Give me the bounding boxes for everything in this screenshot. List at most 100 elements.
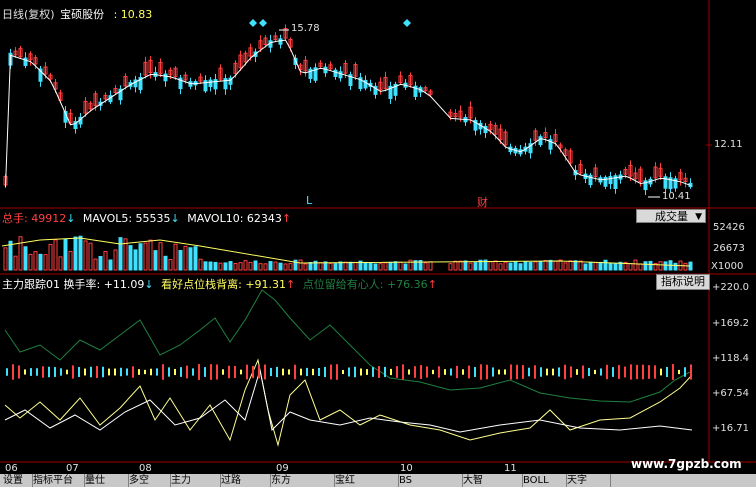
event-marker-cai[interactable]: 财 (477, 194, 488, 210)
indicator-bar (294, 364, 296, 380)
volume-bar (263, 263, 268, 271)
tab-9[interactable]: 大智 (460, 474, 523, 487)
volume-bar (243, 260, 248, 271)
indicator-line-white (4, 369, 693, 433)
volume-bar (248, 261, 253, 271)
indicator-bar (246, 364, 248, 380)
indicator-bar (384, 366, 386, 378)
volume-bar (473, 262, 478, 271)
volume-bar (43, 254, 48, 271)
indicator-bar (288, 369, 290, 375)
volume-bar (628, 263, 633, 271)
dropdown-label: 成交量 (655, 210, 688, 223)
volume-bar (463, 260, 468, 271)
volume-bar (288, 263, 293, 271)
tab-8[interactable]: BS (396, 474, 463, 487)
tab-indicator-platform[interactable]: 指标平台 (30, 474, 85, 487)
tab-6[interactable]: 东方 (268, 474, 335, 487)
indicator-bar (588, 367, 590, 377)
volume-bar (128, 245, 133, 271)
indicator-bar (174, 368, 176, 376)
volume-bar (398, 261, 403, 271)
indicator-bar (552, 368, 554, 376)
candle-body (333, 69, 338, 77)
indicator-bar (546, 368, 548, 376)
price-value: : 10.83 (113, 8, 153, 21)
indicator-bar (462, 369, 464, 375)
volume-bar (303, 263, 308, 271)
volume-bar (158, 242, 163, 271)
volume-bar (658, 261, 663, 271)
volume-bar (683, 262, 688, 271)
event-diamond-2 (259, 19, 267, 27)
volume-bar (8, 240, 13, 271)
volume-bar (608, 262, 613, 271)
indicator-tick-1: +220.0 (712, 282, 750, 293)
watermark: www.7gpzb.com (631, 457, 742, 471)
indicator-select-dropdown[interactable]: 成交量 ▼ (636, 209, 706, 223)
indicator-bar (342, 369, 344, 375)
indicator-bar (456, 365, 458, 379)
tab-settings[interactable]: 设置 (0, 474, 33, 487)
indicator-bar (324, 366, 326, 378)
indicator-tick-2: +169.2 (712, 318, 750, 329)
volume-bar (613, 263, 618, 271)
volume-bar (23, 246, 28, 271)
volume-bar (18, 236, 23, 271)
indicator-bar (312, 368, 314, 376)
indicator-bar (252, 365, 254, 379)
indicator-bar (678, 369, 680, 375)
candle-body (278, 38, 283, 45)
volume-bar (423, 262, 428, 271)
volume-bar (543, 260, 548, 271)
volume-bar (553, 260, 558, 271)
tab-7[interactable]: 宝红 (332, 474, 399, 487)
x-axis-label: 07 (66, 463, 79, 474)
indicator-bar (372, 367, 374, 377)
price-candles (3, 24, 693, 196)
volume-bar (253, 260, 258, 271)
indicator-bar (396, 366, 398, 378)
moving-average-line (5, 39, 691, 188)
tab-3[interactable]: 多空 (126, 474, 171, 487)
volume-bar (88, 242, 93, 271)
volume-bar (598, 261, 603, 271)
indicator-bar (690, 364, 692, 380)
indicator-bar (210, 364, 212, 380)
x-axis-label: 06 (5, 463, 18, 474)
volume-bar (673, 262, 678, 271)
indicator-bar (258, 365, 260, 379)
volume-bar (498, 263, 503, 271)
tab-2[interactable]: 量仕 (82, 474, 129, 487)
volume-bar (548, 259, 553, 271)
volume-bar (233, 262, 238, 271)
indicator-help-button[interactable]: 指标说明 (656, 274, 710, 290)
indicator-bar (24, 369, 26, 375)
indicator-line-green (4, 289, 691, 403)
tab-10[interactable]: BOLL (520, 474, 567, 487)
indicator-bar (540, 367, 542, 377)
volume-bar (203, 261, 208, 271)
tab-11[interactable]: 天字 (564, 474, 611, 487)
tab-5[interactable]: 过路 (218, 474, 271, 487)
indicator-bar (504, 369, 506, 375)
volume-bar (343, 261, 348, 271)
volume-bar (103, 250, 108, 271)
candle-body (213, 79, 218, 90)
volume-bar (78, 235, 83, 271)
volume-bar (348, 261, 353, 271)
chart-canvas[interactable] (0, 0, 756, 487)
volume-bar (393, 261, 398, 271)
stock-name: 宝硕股份 (60, 8, 105, 21)
volume-bar (33, 251, 38, 271)
up-arrow-icon: ↑ (286, 278, 296, 291)
volume-bar (118, 237, 123, 271)
volume-bar (3, 247, 8, 271)
tab-4[interactable]: 主力 (168, 474, 221, 487)
x-axis-label: 08 (139, 463, 152, 474)
volume-bar (63, 238, 68, 271)
event-marker-l[interactable]: L (306, 194, 312, 207)
volume-bar (368, 262, 373, 271)
volume-bar (138, 243, 143, 271)
volume-bar (83, 240, 88, 271)
